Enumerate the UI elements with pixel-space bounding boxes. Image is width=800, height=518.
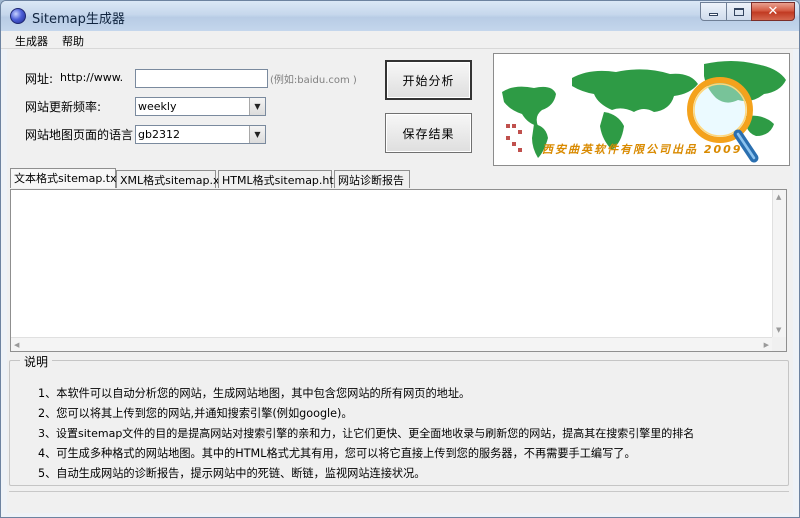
update-frequency-select[interactable]: weekly ▼	[135, 97, 266, 116]
language-select[interactable]: gb2312 ▼	[135, 125, 266, 144]
title-bar[interactable]: Sitemap生成器 ✕	[1, 1, 799, 31]
url-prefix: http://www.	[60, 71, 124, 84]
close-button[interactable]: ✕	[751, 2, 795, 21]
instruction-line: 4、可生成多种格式的网站地图。其中的HTML格式尤其有用，您可以将它直接上传到您…	[38, 447, 636, 460]
instructions-title: 说明	[20, 353, 53, 370]
minimize-button[interactable]	[700, 2, 727, 21]
client-area: 网址: http://www. (例如:baidu.com ) 网站更新频率: …	[7, 49, 793, 513]
result-text-area[interactable]: ▲ ▼ ◀ ▶	[10, 189, 787, 352]
close-icon: ✕	[767, 4, 779, 19]
scroll-down-icon[interactable]: ▼	[776, 326, 781, 334]
horizontal-scrollbar[interactable]: ◀ ▶	[11, 337, 772, 351]
window-title: Sitemap生成器	[32, 12, 125, 27]
menu-help[interactable]: 帮助	[62, 33, 84, 49]
maximize-icon	[734, 7, 744, 16]
scroll-up-icon[interactable]: ▲	[776, 193, 781, 201]
start-analysis-button[interactable]: 开始分析	[385, 60, 472, 100]
instruction-line: 1、本软件可以自动分析您的网站，生成网站地图，其中包含您网站的所有网页的地址。	[38, 387, 471, 400]
status-bar	[9, 491, 789, 509]
language-label: 网站地图页面的语言	[25, 128, 134, 142]
tab-diagnosis-report[interactable]: 网站诊断报告	[334, 170, 410, 188]
url-hint: (例如:baidu.com )	[270, 75, 357, 86]
tab-html-sitemap[interactable]: HTML格式sitemap.html	[218, 170, 347, 188]
url-input[interactable]	[135, 69, 268, 88]
scroll-right-icon[interactable]: ▶	[764, 341, 769, 349]
tab-xml-sitemap[interactable]: XML格式sitemap.xml	[116, 170, 233, 188]
scroll-left-icon[interactable]: ◀	[14, 341, 19, 349]
menu-generator[interactable]: 生成器	[15, 33, 48, 49]
minimize-icon	[709, 13, 718, 16]
banner-company-text: 西安曲英软件有限公司出品 2009	[542, 143, 743, 156]
tab-text-sitemap[interactable]: 文本格式sitemap.txt	[10, 168, 121, 188]
instructions-group: 说明 1、本软件可以自动分析您的网站，生成网站地图，其中包含您网站的所有网页的地…	[9, 353, 789, 486]
language-value: gb2312	[138, 128, 180, 141]
vertical-scrollbar[interactable]: ▲ ▼	[772, 190, 786, 337]
update-frequency-value: weekly	[138, 100, 177, 113]
scrollbar-corner	[772, 337, 786, 351]
instruction-line: 2、您可以将其上传到您的网站,并通知搜索引擎(例如google)。	[38, 407, 353, 420]
app-window: Sitemap生成器 ✕ 生成器 帮助 网址: http://www. (例如:…	[0, 0, 800, 518]
url-label: 网址:	[25, 72, 54, 86]
instruction-line: 5、自动生成网站的诊断报告，提示网站中的死链、断链，监视网站连接状况。	[38, 467, 426, 480]
menu-bar: 生成器 帮助	[1, 31, 799, 49]
maximize-button[interactable]	[726, 2, 752, 21]
chevron-down-icon[interactable]: ▼	[249, 98, 265, 115]
instruction-line: 3、设置sitemap文件的目的是提高网站对搜索引擎的亲和力，让它们更快、更全面…	[38, 427, 695, 440]
chevron-down-icon[interactable]: ▼	[249, 126, 265, 143]
save-result-button[interactable]: 保存结果	[385, 113, 472, 153]
app-globe-icon	[10, 8, 26, 24]
update-frequency-label: 网站更新频率:	[25, 100, 102, 114]
company-banner: 西安曲英软件有限公司出品 2009	[493, 53, 790, 166]
